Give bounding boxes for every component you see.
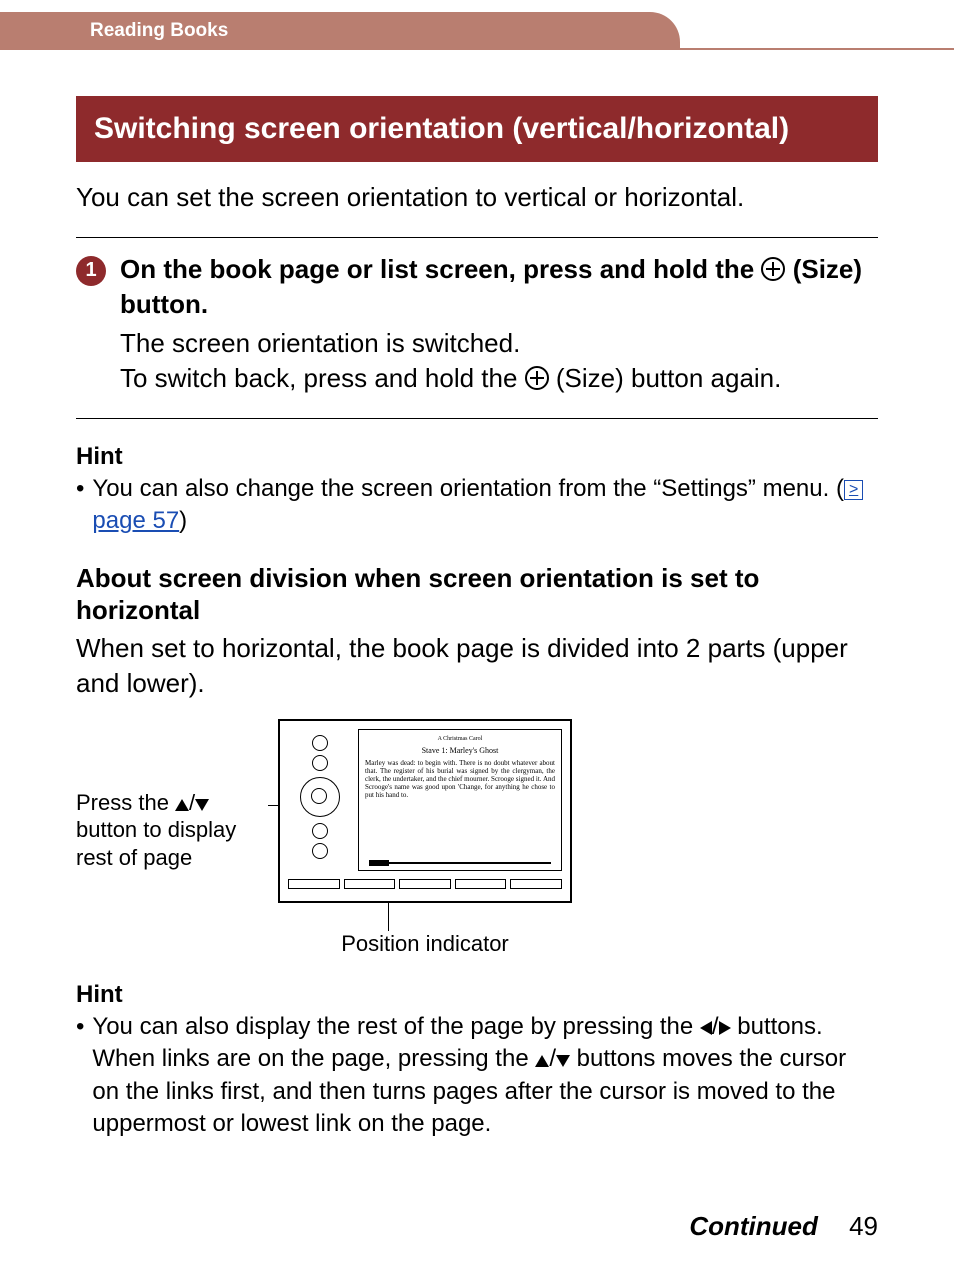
screen-body: Marley was dead: to begin with. There is… xyxy=(365,759,555,799)
hint-heading: Hint xyxy=(76,443,878,471)
h2d: / xyxy=(549,1045,556,1072)
subheading: About screen division when screen orient… xyxy=(76,562,878,627)
step-desc-1: The screen orientation is switched. xyxy=(120,328,520,358)
intro-text: You can set the screen orientation to ve… xyxy=(76,180,878,215)
h2b: / xyxy=(712,1013,719,1040)
hint2-bullet: • You can also display the rest of the p… xyxy=(76,1011,878,1141)
device-button-row xyxy=(288,879,562,895)
divider xyxy=(76,418,878,419)
page-link[interactable]: page 57 xyxy=(92,507,179,534)
position-indicator xyxy=(369,858,551,868)
left-icon xyxy=(700,1021,712,1035)
continued-label: Continued xyxy=(689,1211,818,1241)
header-tab: Reading Books xyxy=(0,12,954,50)
step-title-pre: On the book page or list screen, press a… xyxy=(120,254,761,284)
hint1-text: You can also change the screen orientati… xyxy=(92,473,878,538)
hint1-bullet: • You can also change the screen orienta… xyxy=(76,473,878,538)
hint-heading: Hint xyxy=(76,981,878,1009)
screen-doc-title: A Christmas Carol xyxy=(365,736,555,742)
screen-chapter: Stave 1: Marley's Ghost xyxy=(365,746,555,755)
dpad-icon xyxy=(300,777,340,817)
position-indicator-label: Position indicator xyxy=(278,931,572,957)
step-1: 1 On the book page or list screen, press… xyxy=(76,252,878,396)
footer: Continued 49 xyxy=(689,1211,878,1242)
down-icon xyxy=(195,799,209,811)
callout-pre: Press the xyxy=(76,790,175,815)
step-desc-2b: (Size) button again. xyxy=(549,363,782,393)
page-number: 49 xyxy=(849,1211,878,1241)
hint1-pre: You can also change the screen orientati… xyxy=(92,475,844,502)
right-icon xyxy=(719,1021,731,1035)
sub-body: When set to horizontal, the book page is… xyxy=(76,631,878,701)
page-ref-icon[interactable]: > xyxy=(844,480,863,500)
figure: Press the / button to display rest of pa… xyxy=(76,719,878,957)
divider xyxy=(76,237,878,238)
size-icon xyxy=(761,257,785,281)
hint2-text: You can also display the rest of the pag… xyxy=(92,1011,878,1141)
step-desc: The screen orientation is switched. To s… xyxy=(120,326,878,396)
h2a: You can also display the rest of the pag… xyxy=(92,1013,700,1040)
device-illustration: A Christmas Carol Stave 1: Marley's Ghos… xyxy=(278,719,572,903)
step-number-badge: 1 xyxy=(76,256,106,286)
section-title: Switching screen orientation (vertical/h… xyxy=(76,96,878,162)
down-icon xyxy=(556,1055,570,1067)
breadcrumb: Reading Books xyxy=(90,20,228,42)
bullet-dot: • xyxy=(76,1011,84,1141)
leader-line xyxy=(388,901,389,931)
step-title: On the book page or list screen, press a… xyxy=(120,252,878,322)
device-screen: A Christmas Carol Stave 1: Marley's Ghos… xyxy=(358,729,562,871)
device-controls xyxy=(290,731,350,863)
size-icon xyxy=(525,366,549,390)
bullet-dot: • xyxy=(76,473,84,538)
up-icon xyxy=(535,1055,549,1067)
callout-left: Press the / button to display rest of pa… xyxy=(76,789,266,872)
step-desc-2a: To switch back, press and hold the xyxy=(120,363,525,393)
callout-post: button to display rest of page xyxy=(76,817,236,870)
up-icon xyxy=(175,799,189,811)
hint1-post: ) xyxy=(179,507,187,534)
